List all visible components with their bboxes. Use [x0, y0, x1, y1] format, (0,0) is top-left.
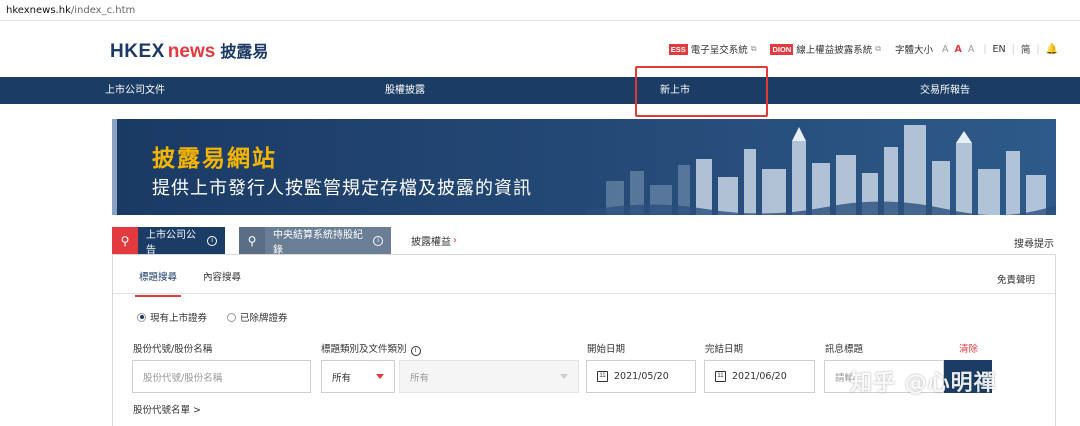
radio-label: 已除牌證券 [240, 313, 288, 324]
selected-value: 所有 [332, 372, 352, 384]
nav-new-listings[interactable]: 新上市 [540, 77, 810, 104]
ess-link[interactable]: 電子呈交系統 [691, 42, 748, 56]
category-label: 標題類別及文件類別 i [321, 341, 421, 356]
dion-badge: DION [770, 43, 794, 55]
tab-label: 上市公司公告 [146, 229, 196, 256]
placeholder: 股份代號/股份名稱 [143, 372, 223, 384]
chevron-right-icon: › [453, 235, 457, 246]
tab-ccass-shareholding[interactable]: 中央結算系統持股紀錄 i [265, 227, 391, 256]
search-tips-link[interactable]: 搜尋提示 [1014, 235, 1054, 250]
url-path: /index_c.htm [70, 4, 136, 16]
radio-dot [227, 312, 237, 322]
disclaimer-link[interactable]: 免責聲明 [997, 272, 1035, 286]
radio-dot [137, 312, 146, 322]
radio-current-securities[interactable]: 現有上市證券 [137, 310, 207, 324]
radio-label: 現有上市證券 [150, 313, 208, 324]
end-date-input[interactable]: 11 2021/06/20 [704, 360, 815, 393]
info-icon[interactable]: i [373, 235, 383, 246]
chevron-down-icon [376, 374, 384, 379]
nav-disclosure-of-interests[interactable]: 股權披露 [270, 77, 540, 104]
category-label-text: 標題類別及文件類別 [321, 344, 407, 355]
top-links: ESS 電子呈交系統 ⧉ DION 線上權益披露系統 ⧉ 字體大小 A A A … [668, 42, 1058, 56]
main-nav: 上市公司文件 股權披露 新上市 交易所報告 [0, 77, 1080, 104]
browser-url-bar[interactable]: hkexnews.hk/index_c.htm [0, 0, 1080, 21]
info-icon[interactable]: i [207, 235, 217, 246]
city-skyline-illustration [586, 125, 1056, 215]
hero-banner: 披露易網站 提供上市發行人按監管規定存檔及披露的資訊 [112, 119, 1056, 215]
calendar-icon: 11 [715, 371, 726, 382]
font-size-medium[interactable]: A [954, 44, 961, 55]
divider: | [983, 43, 987, 55]
selected-value: 所有 [410, 372, 430, 384]
document-type-select[interactable]: 所有 [399, 360, 579, 393]
external-link-icon: ⧉ [750, 44, 757, 53]
headline-label: 訊息標題 [825, 344, 864, 355]
font-size-large[interactable]: A [968, 44, 975, 55]
clear-button[interactable]: 清除 [959, 341, 978, 355]
bell-icon[interactable]: 🔔 [1046, 44, 1058, 55]
banner-subtitle: 提供上市發行人按監管規定存檔及披露的資訊 [152, 178, 532, 199]
info-icon[interactable]: i [410, 346, 421, 356]
logo-news: news [167, 41, 216, 62]
radio-delisted-securities[interactable]: 已除牌證券 [227, 310, 288, 324]
date-value: 2021/05/20 [614, 371, 669, 382]
start-date-input[interactable]: 11 2021/05/20 [586, 360, 696, 393]
banner-stripe [112, 119, 117, 215]
search-tabs: ⚲ 上市公司公告 i ⚲ 中央結算系統持股紀錄 i 披露權益 › [112, 227, 457, 256]
chevron-down-icon [560, 374, 568, 379]
banner-title: 披露易網站 [152, 146, 277, 172]
security-status-radios: 現有上市證券 已除牌證券 [137, 310, 308, 324]
watermark-text: 知乎 @心明禪 [850, 371, 997, 396]
url-host: hkexnews.hk [6, 4, 71, 16]
font-size-label: 字體大小 [894, 45, 933, 56]
search-panel: 標題搜尋 內容搜尋 免責聲明 現有上市證券 已除牌證券 股份代號/股份名稱 標題… [112, 254, 1056, 426]
divider: | [1036, 43, 1040, 55]
lang-en-link[interactable]: EN [993, 44, 1006, 55]
search-icon[interactable]: ⚲ [239, 227, 265, 254]
font-size-small[interactable]: A [942, 44, 949, 55]
dion-link[interactable]: 線上權益披露系統 [796, 42, 872, 56]
nav-exchange-reports[interactable]: 交易所報告 [810, 77, 1080, 104]
nav-listed-company-docs[interactable]: 上市公司文件 [0, 77, 270, 104]
site-logo[interactable]: HKEX news 披露易 [110, 38, 268, 63]
date-value: 2021/06/20 [732, 371, 787, 382]
divider: | [1011, 43, 1015, 55]
tab-label: 披露權益 [411, 237, 451, 248]
start-date-label: 開始日期 [587, 344, 626, 355]
logo-hkex: HKEX [110, 41, 165, 62]
tab-listed-company-announcements[interactable]: 上市公司公告 i [138, 227, 225, 256]
stock-code-label: 股份代號/股份名稱 [133, 344, 213, 355]
logo-cn: 披露易 [220, 44, 269, 61]
lang-simplified-link[interactable]: 简 [1021, 42, 1031, 56]
search-icon[interactable]: ⚲ [112, 227, 138, 254]
category-select[interactable]: 所有 [321, 360, 395, 393]
tab-label: 中央結算系統持股紀錄 [273, 229, 363, 256]
ess-badge: ESS [668, 43, 688, 55]
end-date-label: 完結日期 [705, 344, 744, 355]
external-link-icon: ⧉ [875, 44, 881, 53]
calendar-icon: 11 [597, 371, 608, 382]
stock-code-input[interactable]: 股份代號/股份名稱 [132, 360, 311, 393]
divider [113, 293, 1055, 294]
stock-code-list-link[interactable]: 股份代號名單 > [133, 402, 201, 416]
tab-disclosure-of-interests[interactable]: 披露權益 › [391, 227, 457, 254]
